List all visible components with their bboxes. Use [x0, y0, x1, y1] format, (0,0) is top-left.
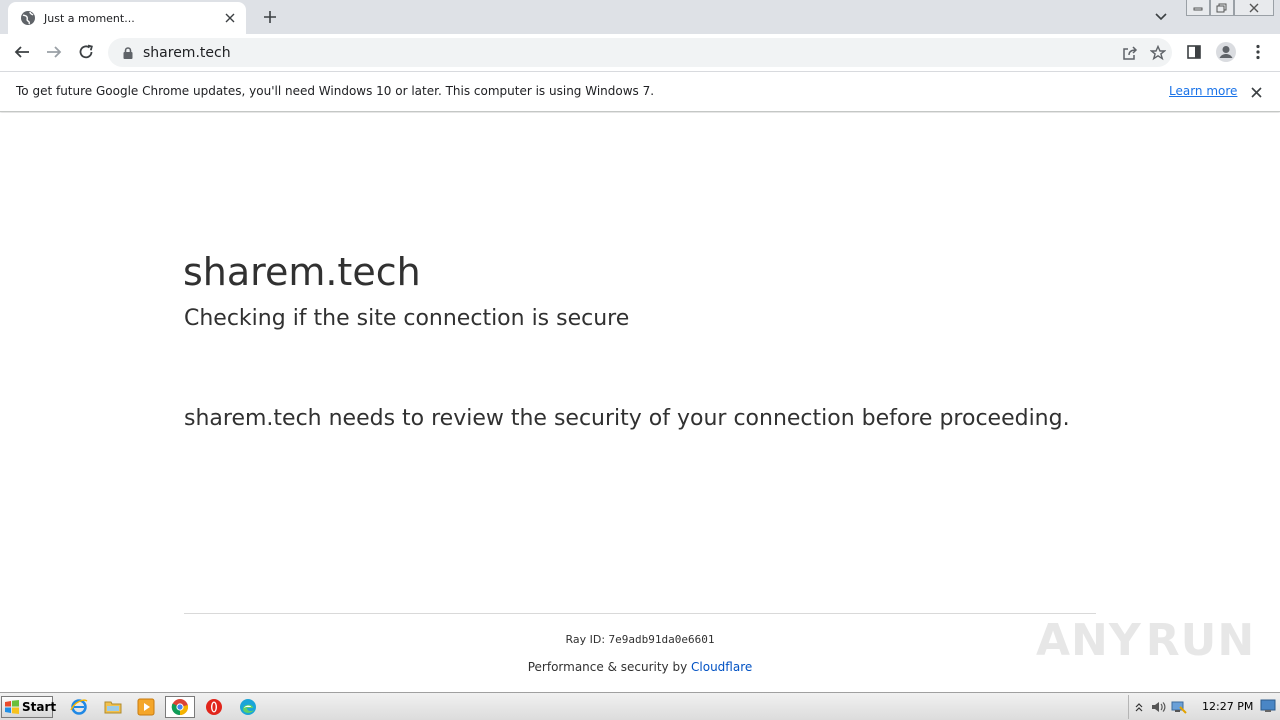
- active-tab[interactable]: Just a moment...: [8, 2, 246, 34]
- watermark-left-text: ANY: [1036, 614, 1142, 666]
- ray-id-value: 7e9adb91da0e6601: [608, 633, 715, 646]
- start-button[interactable]: Start: [1, 696, 57, 718]
- restore-icon[interactable]: [1210, 0, 1234, 16]
- start-label: Start: [22, 700, 57, 714]
- reload-icon[interactable]: [72, 38, 100, 66]
- page-title: sharem.tech: [183, 250, 421, 294]
- menu-kebab-icon[interactable]: [1244, 38, 1272, 66]
- footer-divider: [184, 613, 1096, 614]
- windows-flag-icon: [4, 699, 20, 715]
- tray-expand-icon[interactable]: [1129, 697, 1149, 717]
- anyrun-watermark: ANY RUN: [1036, 608, 1254, 672]
- url-text[interactable]: sharem.tech: [143, 45, 1116, 61]
- tab-strip: Just a moment...: [0, 0, 1280, 34]
- infobar-close-icon[interactable]: [1246, 82, 1266, 102]
- minimize-icon[interactable]: [1186, 0, 1210, 16]
- new-tab-button[interactable]: [258, 6, 282, 28]
- media-player-icon[interactable]: [135, 697, 157, 717]
- show-desktop-icon[interactable]: [1260, 699, 1276, 713]
- volume-icon[interactable]: [1149, 697, 1169, 717]
- profile-avatar-icon[interactable]: [1212, 38, 1240, 66]
- lock-icon[interactable]: [121, 46, 135, 60]
- cloudflare-link[interactable]: Cloudflare: [691, 660, 752, 674]
- internet-explorer-icon[interactable]: [68, 697, 90, 717]
- window-controls: [1186, 0, 1274, 18]
- forward-arrow-icon[interactable]: [40, 38, 68, 66]
- ray-id-label: Ray ID:: [565, 633, 609, 646]
- tab-close-icon[interactable]: [220, 8, 240, 28]
- browser-toolbar: sharem.tech: [0, 34, 1280, 72]
- infobar-message: To get future Google Chrome updates, you…: [16, 84, 655, 98]
- globe-icon: [20, 10, 36, 26]
- window-close-icon[interactable]: [1234, 0, 1274, 16]
- learn-more-link[interactable]: Learn more: [1169, 84, 1237, 98]
- share-icon[interactable]: [1116, 39, 1144, 67]
- file-explorer-icon[interactable]: [102, 697, 124, 717]
- tab-title: Just a moment...: [44, 11, 135, 25]
- taskbar-clock[interactable]: 12:27 PM: [1202, 700, 1253, 713]
- performance-label: Performance & security by: [527, 660, 692, 674]
- page-content: sharem.tech Checking if the site connect…: [0, 113, 1280, 692]
- bookmark-star-icon[interactable]: [1144, 39, 1172, 67]
- tab-search-chevron-icon[interactable]: [1150, 6, 1172, 28]
- windows-taskbar: Start 12:27 PM: [0, 692, 1280, 720]
- address-bar[interactable]: sharem.tech: [108, 38, 1172, 67]
- network-icon[interactable]: [1169, 697, 1189, 717]
- back-arrow-icon[interactable]: [8, 38, 36, 66]
- chrome-taskbar-icon[interactable]: [165, 696, 195, 718]
- opera-icon[interactable]: [203, 697, 225, 717]
- security-message: sharem.tech needs to review the security…: [184, 406, 1070, 431]
- edge-icon[interactable]: [237, 697, 259, 717]
- update-infobar: To get future Google Chrome updates, you…: [0, 72, 1280, 112]
- side-panel-icon[interactable]: [1180, 38, 1208, 66]
- watermark-right-text: RUN: [1145, 614, 1256, 666]
- page-subtitle: Checking if the site connection is secur…: [184, 306, 630, 331]
